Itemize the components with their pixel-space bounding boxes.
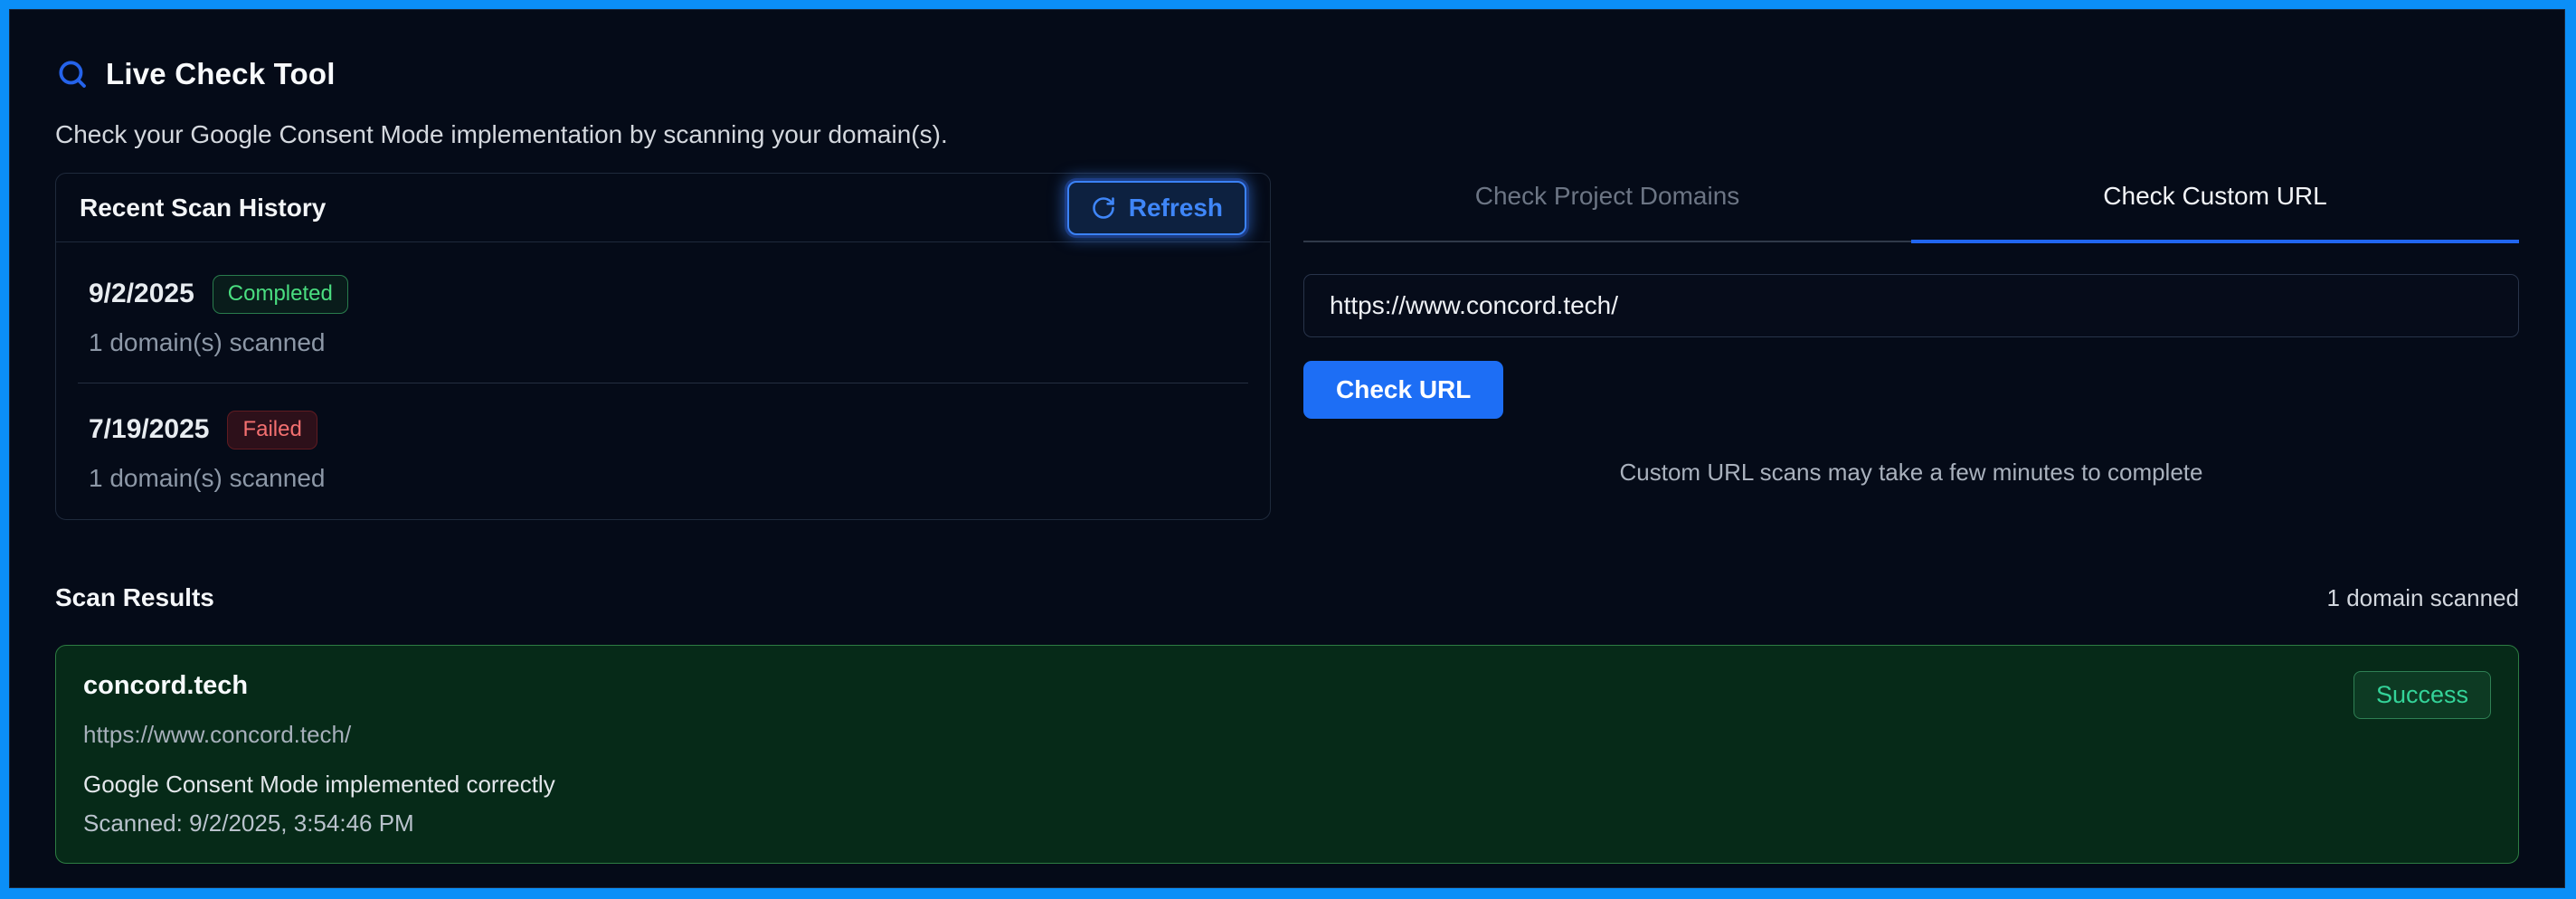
check-url-button[interactable]: Check URL	[1303, 361, 1503, 419]
scan-history-entry: 7/19/2025 Failed 1 domain(s) scanned	[78, 383, 1248, 518]
content-columns: Recent Scan History Refresh	[55, 173, 2519, 520]
result-url: https://www.concord.tech/	[83, 721, 555, 749]
scan-results-count: 1 domain scanned	[2327, 584, 2519, 612]
refresh-icon	[1091, 195, 1116, 221]
custom-url-note: Custom URL scans may take a few minutes …	[1303, 459, 2519, 487]
result-scanned-timestamp: Scanned: 9/2/2025, 3:54:46 PM	[83, 809, 555, 837]
scan-history-list: 9/2/2025 Completed 1 domain(s) scanned 7…	[56, 242, 1270, 518]
refresh-button[interactable]: Refresh	[1067, 181, 1246, 235]
custom-check-panel: Check Project Domains Check Custom URL C…	[1303, 173, 2519, 487]
scan-history-entry: 9/2/2025 Completed 1 domain(s) scanned	[78, 248, 1248, 383]
scan-results-header: Scan Results 1 domain scanned	[55, 583, 2519, 612]
tab-check-project-domains[interactable]: Check Project Domains	[1303, 173, 1911, 243]
window-highlight-frame: Live Check Tool Check your Google Consen…	[0, 0, 2576, 899]
result-message: Google Consent Mode implemented correctl…	[83, 771, 555, 799]
scan-date: 9/2/2025	[89, 279, 194, 309]
scan-entry-heading: 9/2/2025 Completed	[89, 275, 1237, 314]
check-tabs: Check Project Domains Check Custom URL	[1303, 173, 2519, 243]
live-check-tool-panel: Live Check Tool Check your Google Consen…	[9, 9, 2565, 888]
search-icon	[55, 57, 90, 91]
status-badge-success: Success	[2353, 671, 2491, 719]
custom-url-input[interactable]	[1303, 274, 2519, 337]
page-header: Live Check Tool	[55, 57, 2519, 91]
history-panel-header: Recent Scan History Refresh	[56, 174, 1270, 242]
page-title: Live Check Tool	[106, 57, 336, 91]
status-badge-completed: Completed	[213, 275, 348, 314]
result-domain: concord.tech	[83, 671, 555, 701]
status-badge-failed: Failed	[227, 411, 317, 450]
scan-entry-heading: 7/19/2025 Failed	[89, 411, 1237, 450]
recent-scan-history-panel: Recent Scan History Refresh	[55, 173, 1271, 520]
scan-result-details: concord.tech https://www.concord.tech/ G…	[83, 671, 555, 837]
scan-result-card: concord.tech https://www.concord.tech/ G…	[55, 645, 2519, 864]
page-subtitle: Check your Google Consent Mode implement…	[55, 120, 2519, 149]
tab-check-custom-url[interactable]: Check Custom URL	[1911, 173, 2519, 243]
refresh-button-label: Refresh	[1129, 194, 1223, 222]
scan-date: 7/19/2025	[89, 414, 209, 445]
history-panel-title: Recent Scan History	[80, 194, 326, 222]
scan-detail: 1 domain(s) scanned	[89, 328, 1237, 357]
scan-detail: 1 domain(s) scanned	[89, 464, 1237, 493]
scan-results-title: Scan Results	[55, 583, 214, 612]
